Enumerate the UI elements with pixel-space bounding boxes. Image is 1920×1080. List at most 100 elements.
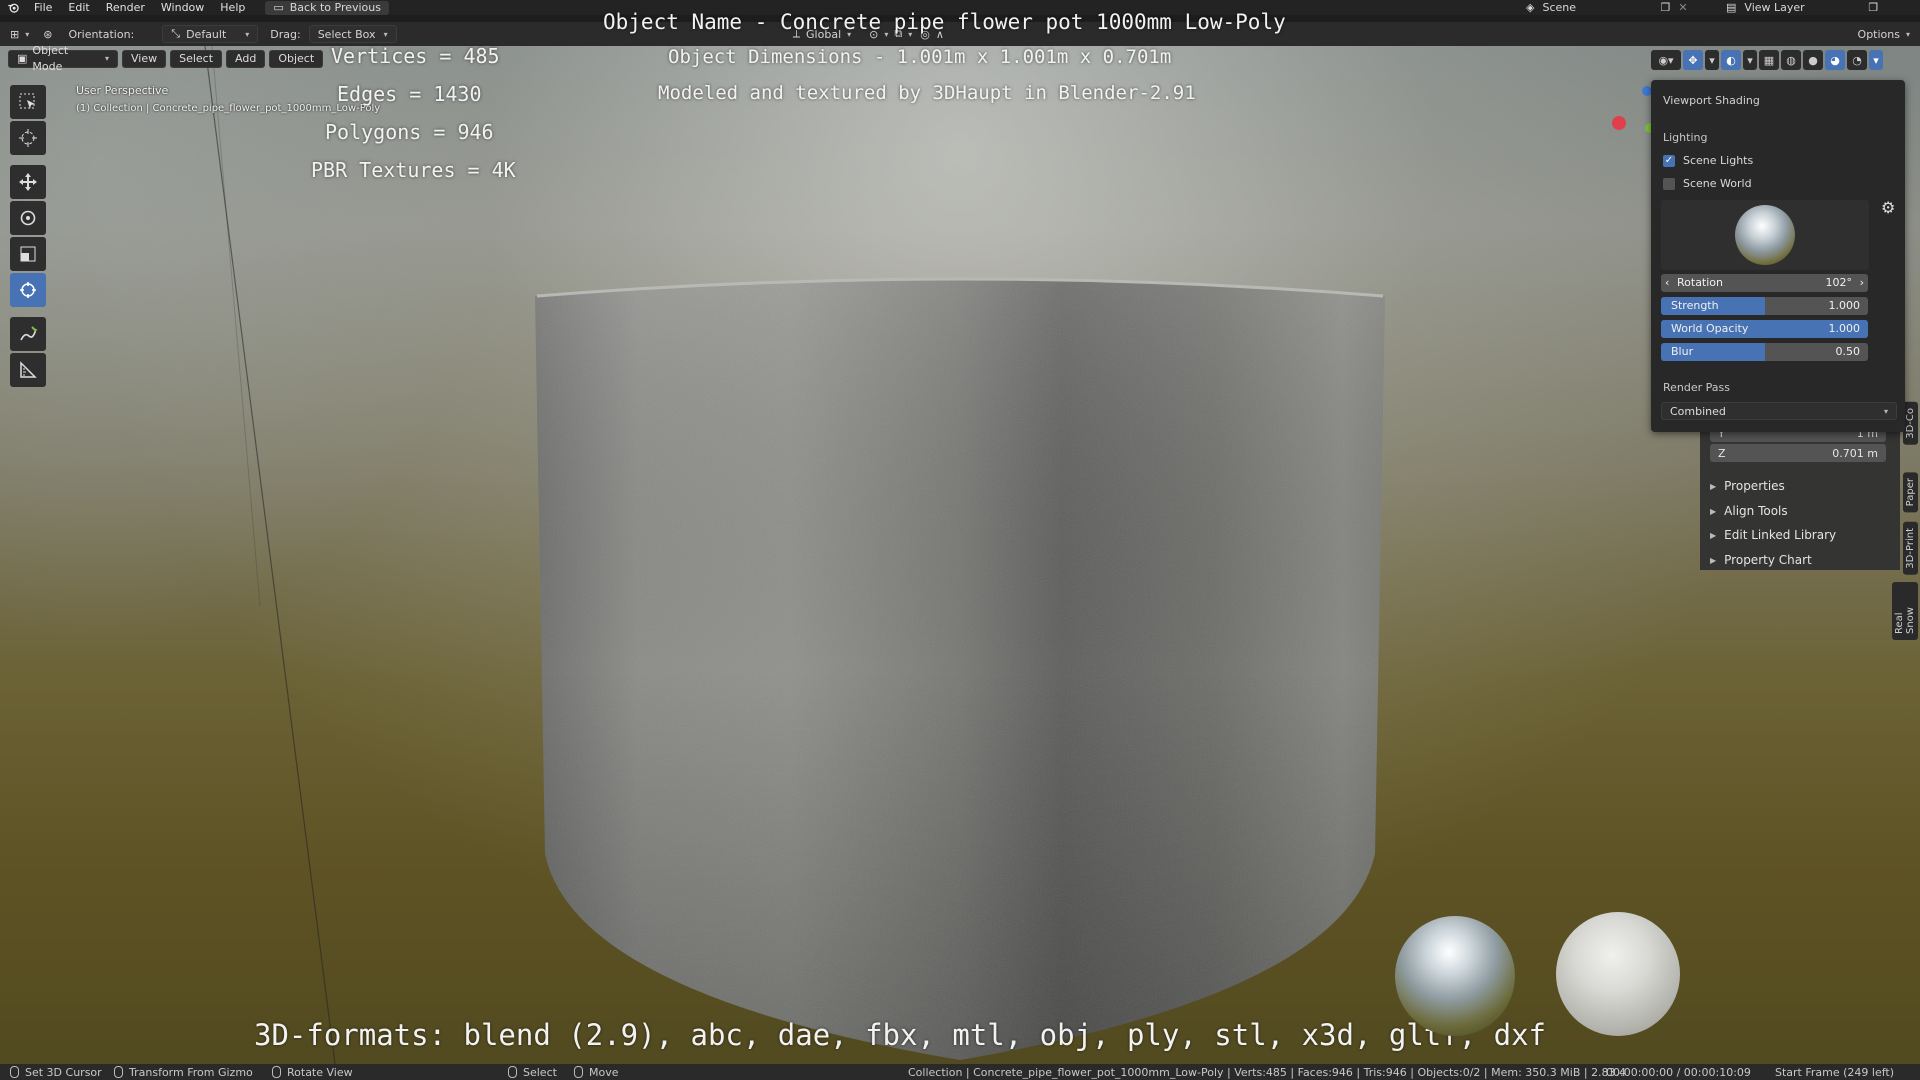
blender-logo-icon[interactable]: [0, 0, 26, 15]
orientation-dropdown[interactable]: ⤡ Default ▾: [162, 25, 259, 43]
overlays-toggle-icon[interactable]: ◐: [1721, 50, 1741, 70]
drag-value: Select Box: [317, 27, 376, 41]
tab-3d-print[interactable]: 3D-Print: [1903, 522, 1918, 575]
material-preview-shading-icon[interactable]: ◕: [1825, 50, 1845, 70]
rotate-tool[interactable]: [10, 201, 46, 235]
scene-lights-checkbox[interactable]: Scene Lights: [1663, 154, 1753, 167]
chevron-right-icon[interactable]: ›: [1860, 274, 1864, 292]
section-properties[interactable]: ▶ Properties: [1710, 476, 1890, 496]
settings-gear-icon[interactable]: ⚙: [1881, 198, 1895, 217]
viewport-shading-title: Viewport Shading: [1663, 94, 1760, 107]
drag-label: Drag:: [270, 27, 301, 41]
orientation-value: Default: [186, 27, 227, 41]
world-opacity-slider[interactable]: World Opacity 1.000: [1661, 320, 1868, 338]
concrete-pipe-pot-model[interactable]: [535, 274, 1385, 1064]
chevron-down-icon: ▾: [383, 29, 388, 39]
scene-lights-checkbox-box[interactable]: [1663, 154, 1675, 167]
strength-label: Strength: [1671, 299, 1719, 312]
status-frame: Start Frame (249 left): [1775, 1065, 1895, 1079]
section-align-tools[interactable]: ▶ Align Tools: [1710, 501, 1890, 521]
object-mode-dropdown[interactable]: ▣ Object Mode ▾: [8, 44, 118, 73]
back-to-previous-label: Back to Previous: [289, 0, 381, 14]
rendered-shading-icon[interactable]: ◔: [1847, 50, 1867, 70]
chevron-down-icon: ▾: [1883, 406, 1888, 416]
hdri-preview[interactable]: [1661, 200, 1869, 270]
view-layer-icon: ▤: [1726, 1, 1737, 14]
expand-triangle-icon: ▶: [1710, 481, 1717, 491]
select-box-tool[interactable]: [10, 85, 46, 119]
view-layer-name: View Layer: [1744, 1, 1805, 14]
status-select: Select: [508, 1064, 557, 1080]
add-menu[interactable]: Add: [226, 50, 266, 68]
menu-window[interactable]: Window: [153, 0, 212, 15]
menu-render[interactable]: Render: [98, 0, 153, 15]
mouse-drag-icon: [574, 1066, 583, 1078]
drag-dropdown[interactable]: Select Box ▾: [308, 25, 397, 43]
editor-type-button[interactable]: ⊞ ▾: [10, 28, 29, 41]
copy-view-layer-icon[interactable]: ❐: [1868, 1, 1878, 14]
hdri-thumbnail[interactable]: [1735, 205, 1795, 265]
wireframe-shading-icon[interactable]: ◍: [1781, 50, 1801, 70]
annotate-tool[interactable]: [10, 317, 46, 351]
sidebar-n-panel: Y 1 m Z 0.701 m ▶ Properties ▶ Align Tools…: [1700, 420, 1900, 570]
rotation-slider[interactable]: ‹ Rotation 102° ›: [1661, 274, 1868, 292]
xray-toggle-icon[interactable]: ▦: [1759, 50, 1779, 70]
dimension-z-field[interactable]: Z 0.701 m: [1710, 444, 1886, 462]
menu-edit[interactable]: Edit: [60, 0, 97, 15]
chevron-left-icon[interactable]: ‹: [1665, 274, 1669, 292]
status-bar: Set 3D Cursor Transform From Gizmo Rotat…: [0, 1064, 1920, 1080]
menu-file[interactable]: File: [26, 0, 60, 15]
render-pass-label: Render Pass: [1663, 381, 1730, 394]
render-pass-dropdown[interactable]: Combined ▾: [1661, 402, 1897, 420]
chevron-down-icon[interactable]: ▾: [1705, 50, 1719, 70]
options-dropdown[interactable]: Options ▾: [1858, 28, 1910, 41]
view-menu[interactable]: View: [122, 50, 167, 68]
tab-paper[interactable]: Paper: [1903, 472, 1918, 513]
mouse-left-icon: [10, 1066, 19, 1078]
scene-selector[interactable]: ◈ Scene ❐ ✕: [1526, 0, 1688, 15]
orientation-icon: ⤡: [171, 27, 181, 40]
object-menu[interactable]: Object: [269, 50, 324, 68]
viewport-shading-popover: Viewport Shading Lighting Scene Lights S…: [1651, 80, 1905, 432]
chevron-down-icon: ▾: [25, 29, 30, 39]
world-opacity-label: World Opacity: [1671, 322, 1749, 335]
visibility-icon[interactable]: ◉▾: [1651, 50, 1681, 70]
hdri-reflection-sphere: [1395, 916, 1515, 1036]
copy-scene-icon[interactable]: ❐: [1660, 1, 1670, 14]
active-tool-icon[interactable]: ⊛: [43, 28, 52, 41]
cursor-tool[interactable]: [10, 121, 46, 155]
section-edit-linked-library[interactable]: ▶ Edit Linked Library: [1710, 525, 1890, 545]
chevron-down-icon[interactable]: ▾: [1869, 50, 1883, 70]
3d-viewport[interactable]: User Perspective (1) Collection | Concre…: [0, 46, 1920, 1064]
status-transform-gizmo: Transform From Gizmo: [114, 1064, 253, 1080]
scene-world-checkbox[interactable]: Scene World: [1663, 177, 1752, 190]
scale-tool[interactable]: [10, 237, 46, 271]
tab-real-snow[interactable]: Real Snow: [1892, 582, 1918, 640]
section-property-chart[interactable]: ▶ Property Chart: [1710, 550, 1890, 570]
scene-icon: ◈: [1526, 1, 1535, 14]
tab-3d-cursor[interactable]: 3D-Co: [1903, 402, 1918, 445]
gizmo-x-axis[interactable]: [1612, 116, 1626, 130]
scene-world-checkbox-box[interactable]: [1663, 177, 1675, 190]
blur-slider[interactable]: Blur 0.50: [1661, 343, 1868, 361]
measure-tool[interactable]: [10, 353, 46, 387]
view-layer-selector[interactable]: ▤ View Layer ❐: [1726, 0, 1878, 15]
status-timecode: 00:00:00:00 / 00:00:10:09: [1606, 1065, 1751, 1079]
object-mode-icon: ▣: [17, 52, 28, 65]
status-rotate-view-label: Rotate View: [287, 1065, 353, 1079]
move-tool[interactable]: [10, 165, 46, 199]
close-scene-icon[interactable]: ✕: [1678, 1, 1687, 14]
status-transform-gizmo-label: Transform From Gizmo: [129, 1065, 253, 1079]
transform-tool[interactable]: [10, 273, 46, 307]
options-label: Options: [1857, 27, 1900, 41]
section-property-chart-label: Property Chart: [1724, 553, 1812, 567]
solid-shading-icon[interactable]: ●: [1803, 50, 1823, 70]
menu-help[interactable]: Help: [212, 0, 253, 15]
gizmo-toggle-icon[interactable]: ✥: [1683, 50, 1703, 70]
chevron-down-icon[interactable]: ▾: [1743, 50, 1757, 70]
viewport-header-icons: ◉▾ ✥ ▾ ◐ ▾ ▦ ◍ ● ◕ ◔ ▾: [1651, 50, 1883, 70]
select-menu[interactable]: Select: [170, 50, 223, 68]
object-name-text: Object Name - Concrete pipe flower pot 1…: [603, 10, 1286, 34]
back-to-previous-button[interactable]: ▭ Back to Previous: [265, 0, 389, 15]
strength-slider[interactable]: Strength 1.000: [1661, 297, 1868, 315]
